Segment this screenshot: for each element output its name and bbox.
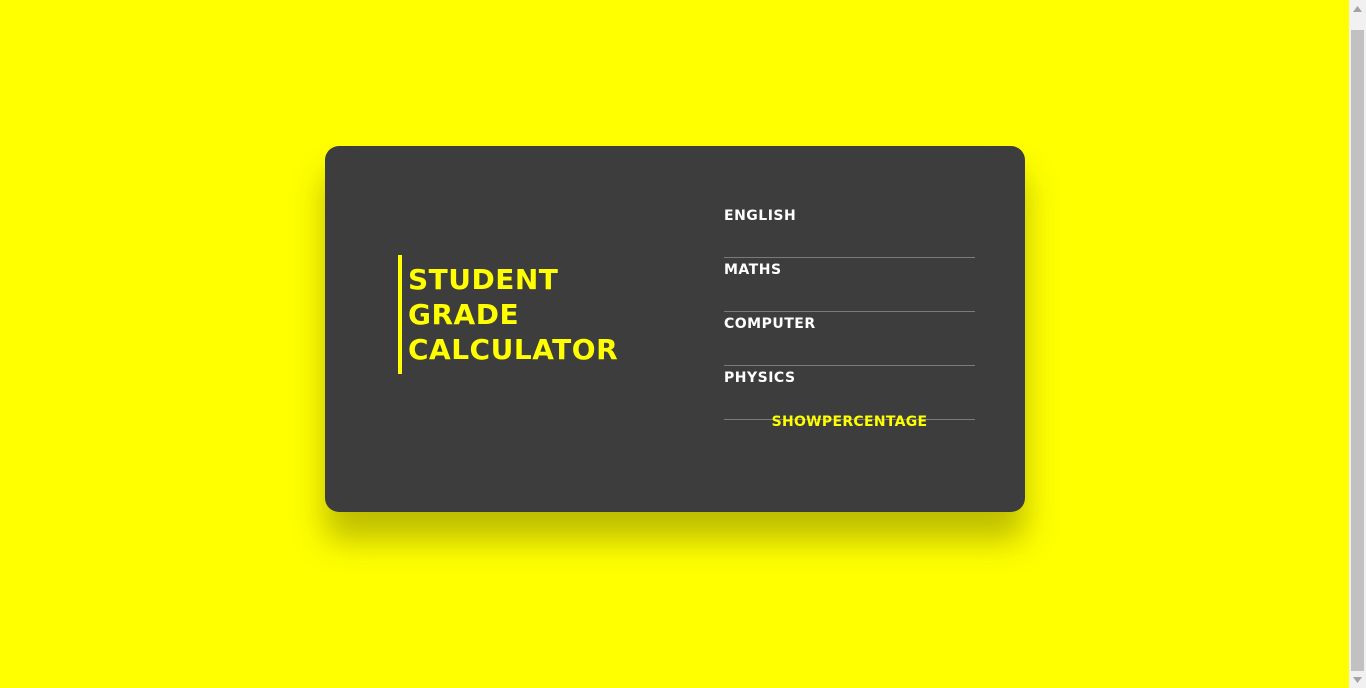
chevron-up-icon[interactable] <box>1349 0 1366 17</box>
english-input[interactable] <box>724 233 975 258</box>
scrollbar-thumb[interactable] <box>1351 30 1364 671</box>
app-title: STUDENT GRADE CALCULATOR <box>398 255 618 374</box>
chevron-down-icon[interactable] <box>1349 671 1366 688</box>
page-background: STUDENT GRADE CALCULATOR ENGLISH MATHS C… <box>0 0 1349 688</box>
show-percentage-button[interactable]: SHOWPERCENTAGE <box>724 408 975 436</box>
title-line-2: GRADE <box>408 298 520 331</box>
title-line-3: CALCULATOR <box>408 333 619 366</box>
english-label: ENGLISH <box>724 208 797 224</box>
grade-form: ENGLISH MATHS COMPUTER PHYSICS <box>724 204 975 420</box>
english-field: ENGLISH <box>724 204 975 258</box>
computer-label: COMPUTER <box>724 316 816 332</box>
maths-field: MATHS <box>724 258 975 312</box>
computer-input[interactable] <box>724 341 975 366</box>
calculator-card: STUDENT GRADE CALCULATOR ENGLISH MATHS C… <box>325 146 1025 512</box>
vertical-scrollbar[interactable] <box>1349 0 1366 688</box>
computer-field: COMPUTER <box>724 312 975 366</box>
title-line-1: STUDENT <box>408 263 559 296</box>
physics-label: PHYSICS <box>724 370 796 386</box>
maths-input[interactable] <box>724 287 975 312</box>
maths-label: MATHS <box>724 262 782 278</box>
